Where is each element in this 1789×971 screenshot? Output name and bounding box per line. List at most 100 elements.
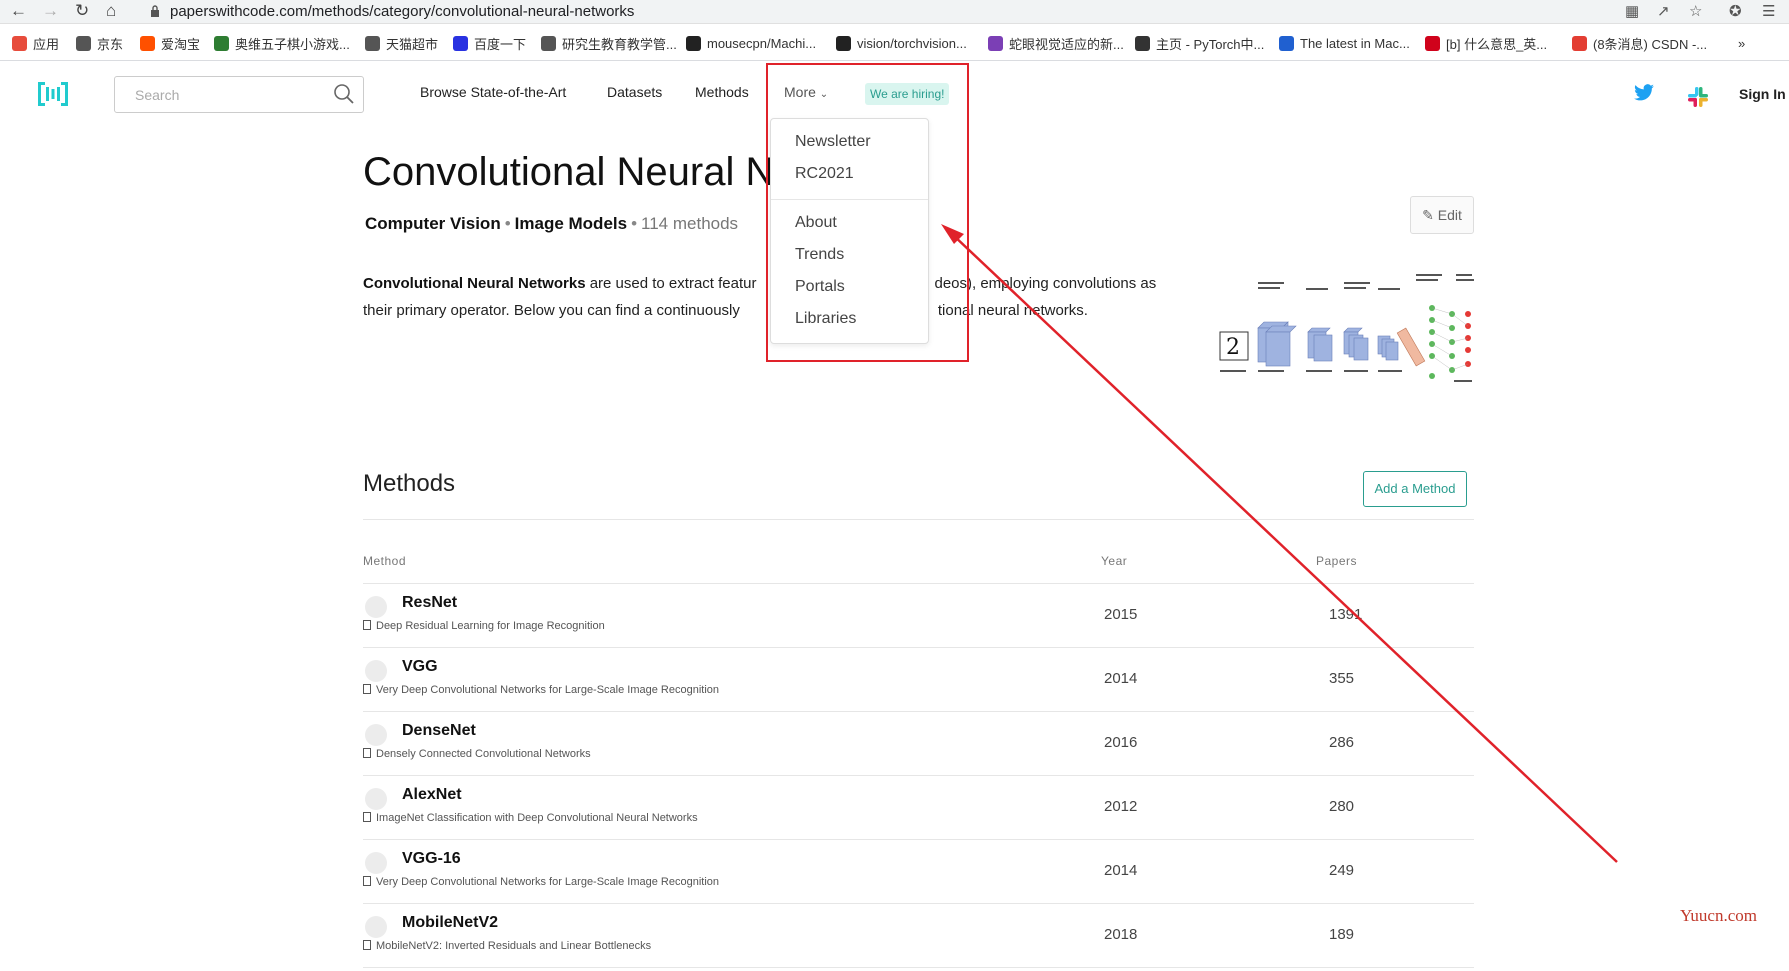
method-thumbnail-icon — [365, 788, 387, 810]
bookmark-item[interactable]: 天猫超市 — [365, 34, 438, 52]
bookmark-label: 京东 — [97, 36, 124, 52]
method-paper[interactable]: ImageNet Classification with Deep Convol… — [363, 812, 698, 824]
method-thumbnail-icon — [365, 596, 387, 618]
method-papers-count: 280 — [1329, 798, 1355, 815]
bookmark-item[interactable]: [b] 什么意思_英... — [1425, 34, 1547, 52]
method-paper[interactable]: MobileNetV2: Inverted Residuals and Line… — [363, 940, 651, 952]
search-icon[interactable] — [333, 83, 355, 105]
add-method-button[interactable]: Add a Method — [1363, 471, 1467, 507]
bookmark-item[interactable]: 京东 — [76, 34, 123, 52]
bookmark-label: 研究生教育教学管... — [562, 36, 677, 52]
bookmark-item[interactable]: 主页 - PyTorch中... — [1135, 34, 1264, 52]
category-description: Convolutional Neural Networks are used t… — [363, 270, 1163, 324]
home-icon[interactable]: ⌂ — [106, 1, 116, 21]
annotation-highlight-box — [766, 63, 969, 362]
edit-button[interactable]: ✎ Edit — [1410, 196, 1474, 234]
bookmark-item[interactable]: 百度一下 — [453, 34, 526, 52]
watermark: Yuucn.com — [1680, 906, 1757, 925]
method-paper[interactable]: Very Deep Convolutional Networks for Lar… — [363, 876, 719, 888]
table-row[interactable]: AlexNet ImageNet Classification with Deep… — [363, 776, 1474, 840]
method-year: 2014 — [1104, 670, 1138, 687]
reload-icon[interactable]: ↻ — [75, 1, 89, 21]
method-thumbnail-icon — [365, 660, 387, 682]
bookmark-label: 奥维五子棋小游戏... — [235, 36, 350, 52]
bookmark-favicon-icon — [686, 35, 701, 51]
method-name[interactable]: DenseNet — [402, 722, 476, 740]
method-name[interactable]: VGG — [402, 658, 438, 676]
nav-methods[interactable]: Methods — [695, 84, 749, 100]
bookmark-label: 应用 — [33, 36, 60, 52]
bookmark-item[interactable]: 蛇眼视觉适应的新... — [988, 34, 1124, 52]
twitter-icon[interactable] — [1633, 84, 1655, 102]
url-text[interactable]: paperswithcode.com/methods/category/conv… — [170, 3, 634, 20]
slack-icon[interactable] — [1687, 86, 1709, 108]
svg-text:2: 2 — [1226, 335, 1240, 360]
column-method: Method — [363, 554, 407, 568]
bookmark-favicon-icon — [541, 35, 556, 51]
bookmark-item[interactable]: 爱淘宝 — [140, 34, 200, 52]
search-input[interactable] — [133, 86, 323, 104]
bookmark-item[interactable]: (8条消息) CSDN -... — [1572, 34, 1707, 52]
desc-term: Convolutional Neural Networks — [363, 275, 586, 292]
method-paper-title: Deep Residual Learning for Image Recogni… — [376, 620, 605, 632]
bookmark-item[interactable]: 研究生教育教学管... — [541, 34, 677, 52]
method-paper[interactable]: Deep Residual Learning for Image Recogni… — [363, 620, 605, 632]
crumb-computer-vision[interactable]: Computer Vision — [365, 214, 501, 233]
share-icon[interactable]: ↗ — [1657, 2, 1670, 20]
bookmark-label: 百度一下 — [474, 36, 527, 52]
back-icon[interactable]: ← — [10, 1, 27, 21]
forward-icon[interactable]: → — [42, 1, 59, 21]
bookmark-label: The latest in Mac... — [1300, 35, 1410, 51]
method-name[interactable]: ResNet — [402, 594, 457, 612]
star-icon[interactable]: ☆ — [1689, 2, 1702, 20]
table-row[interactable]: ResNet Deep Residual Learning for Image R… — [363, 584, 1474, 648]
nav-datasets[interactable]: Datasets — [607, 84, 662, 100]
bookmark-item[interactable]: vision/torchvision... — [836, 34, 967, 52]
bookmark-item[interactable]: 奥维五子棋小游戏... — [214, 34, 350, 52]
bookmark-label: [b] 什么意思_英... — [1446, 36, 1548, 52]
method-paper[interactable]: Very Deep Convolutional Networks for Lar… — [363, 684, 719, 696]
search-box[interactable] — [114, 76, 364, 113]
more-bookmarks-icon[interactable]: » — [1738, 34, 1745, 52]
extensions-icon[interactable]: ✪ — [1729, 2, 1742, 20]
desc-line2-a: their primary operator. Below you can fi… — [363, 302, 740, 319]
edit-label: Edit — [1437, 207, 1462, 223]
document-icon — [363, 748, 371, 758]
table-row[interactable]: VGG Very Deep Convolutional Networks for … — [363, 648, 1474, 712]
translate-icon[interactable]: ▦ — [1625, 2, 1639, 20]
nav-browse-sota[interactable]: Browse State-of-the-Art — [420, 84, 566, 100]
bookmark-favicon-icon — [365, 35, 380, 51]
method-papers-count: 355 — [1329, 670, 1355, 687]
method-paper-title: ImageNet Classification with Deep Convol… — [376, 812, 698, 824]
method-paper[interactable]: Densely Connected Convolutional Networks — [363, 748, 591, 760]
bookmark-item[interactable]: The latest in Mac... — [1279, 34, 1410, 52]
method-papers-count: 189 — [1329, 926, 1355, 943]
method-name[interactable]: MobileNetV2 — [402, 914, 498, 932]
bookmark-item[interactable]: mousecpn/Machi... — [686, 34, 816, 52]
paperswithcode-logo-icon[interactable] — [38, 80, 68, 108]
bookmark-favicon-icon — [1279, 35, 1294, 51]
bookmark-item[interactable]: 应用 — [12, 34, 59, 52]
method-name[interactable]: VGG-16 — [402, 850, 461, 868]
bookmark-favicon-icon — [988, 35, 1003, 51]
bookmark-label: vision/torchvision... — [857, 35, 967, 51]
sign-in-link[interactable]: Sign In — [1739, 86, 1786, 102]
table-row[interactable]: VGG-16 Very Deep Convolutional Networks f… — [363, 840, 1474, 904]
method-name[interactable]: AlexNet — [402, 786, 462, 804]
menu-icon[interactable]: ☰ — [1762, 2, 1775, 20]
document-icon — [363, 940, 371, 950]
crumb-image-models[interactable]: Image Models — [515, 214, 627, 233]
browser-address-bar: ← → ↻ ⌂ paperswithcode.com/methods/categ… — [0, 0, 1789, 24]
bookmark-label: 天猫超市 — [386, 36, 439, 52]
bookmark-favicon-icon — [12, 35, 27, 51]
bookmark-favicon-icon — [140, 35, 155, 51]
table-row[interactable]: DenseNet Densely Connected Convolutional … — [363, 712, 1474, 776]
method-paper-title: Densely Connected Convolutional Networks — [376, 748, 591, 760]
method-year: 2018 — [1104, 926, 1138, 943]
table-row[interactable]: MobileNetV2 MobileNetV2: Inverted Residua… — [363, 904, 1474, 968]
method-year: 2012 — [1104, 798, 1138, 815]
crumb-separator: • — [504, 214, 511, 233]
cnn-architecture-image: 2 — [1219, 274, 1474, 382]
document-icon — [363, 620, 371, 630]
method-year: 2015 — [1104, 606, 1138, 623]
